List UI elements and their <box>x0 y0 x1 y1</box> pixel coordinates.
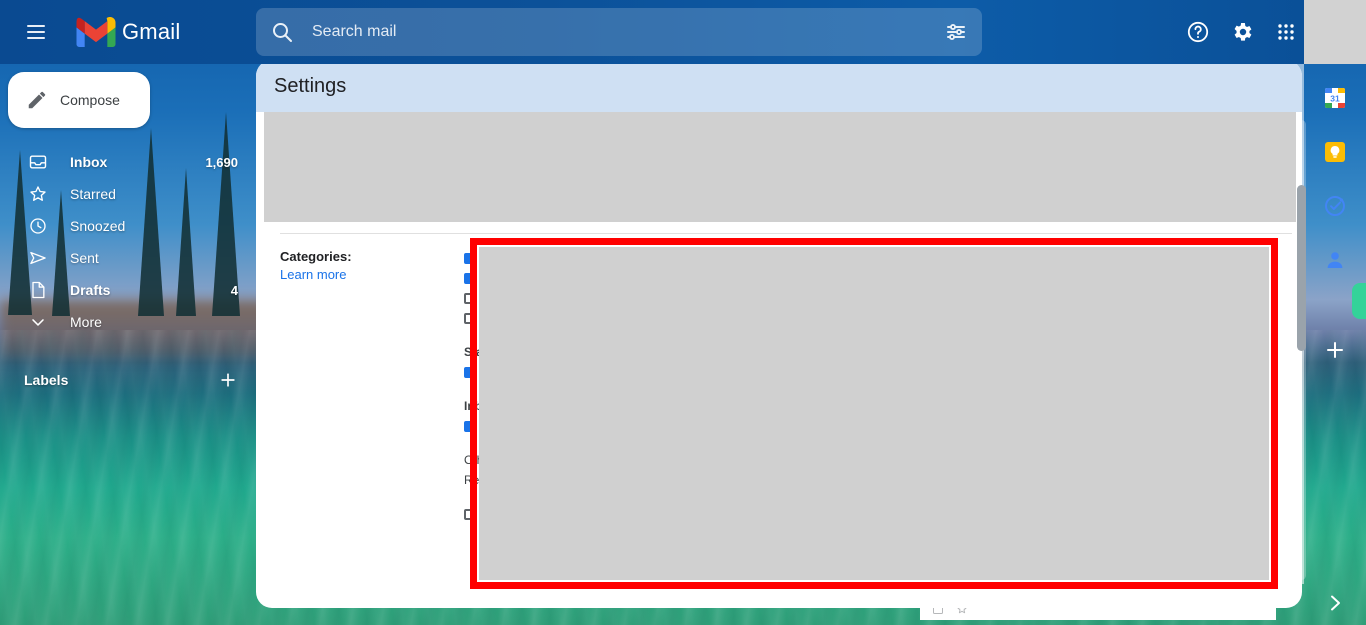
sidebar-item-snoozed[interactable]: Snoozed <box>0 210 256 242</box>
search-input[interactable] <box>312 23 944 41</box>
svg-text:31: 31 <box>1330 94 1340 104</box>
search-icon <box>273 23 292 42</box>
compose-button[interactable]: Compose <box>8 72 150 128</box>
checkbox-icon[interactable] <box>464 252 475 264</box>
hamburger-icon[interactable] <box>12 8 60 56</box>
apps-grid-icon[interactable] <box>1274 20 1298 44</box>
clock-icon <box>30 218 46 234</box>
sidebar-item-label: Drafts <box>70 282 111 298</box>
tune-filter-icon[interactable] <box>944 20 968 44</box>
draft-icon <box>32 281 45 299</box>
star-icon <box>30 186 46 201</box>
search-bar[interactable] <box>256 8 982 56</box>
settings-tabs-mask <box>264 112 1296 222</box>
sidebar-item-drafts[interactable]: Drafts 4 <box>0 274 256 306</box>
top-bar: Gmail <box>0 0 1366 64</box>
checkbox-icon[interactable] <box>464 292 475 304</box>
google-tasks-icon[interactable] <box>1323 194 1347 218</box>
chevron-right-icon[interactable] <box>1323 591 1347 615</box>
sidebar-nav: Inbox 1,690 Starred Snoozed Sent Drafts … <box>0 146 256 338</box>
google-keep-icon[interactable] <box>1323 140 1347 164</box>
top-bar-right-mask <box>1304 0 1366 64</box>
pencil-icon <box>28 91 46 109</box>
sidebar-item-count: 4 <box>230 282 238 298</box>
categories-label-column: Categories: Learn more <box>256 248 456 524</box>
settings-header: Settings <box>256 60 1302 112</box>
sidebar-item-count: 1,690 <box>205 154 238 170</box>
sidebar-item-more[interactable]: More <box>0 306 256 338</box>
sidebar-item-inbox[interactable]: Inbox 1,690 <box>0 146 256 178</box>
labels-section-header: Labels <box>0 364 256 396</box>
checkbox-icon[interactable] <box>464 312 475 324</box>
google-apps-side-panel: 31 <box>1304 64 1366 625</box>
plus-icon[interactable] <box>218 370 238 390</box>
sidebar-item-sent[interactable]: Sent <box>0 242 256 274</box>
sidebar-item-label: Snoozed <box>70 218 126 234</box>
categories-label: Categories: <box>280 249 352 264</box>
page-title: Settings <box>274 74 347 97</box>
sidebar-item-starred[interactable]: Starred <box>0 178 256 210</box>
plus-icon[interactable] <box>1323 338 1347 362</box>
top-bar-actions <box>1186 0 1298 64</box>
chevron-down-icon <box>32 319 44 326</box>
inbox-icon <box>29 155 47 169</box>
gmail-window: Gmail Search mail Compose Inbox 1,690 St… <box>0 0 1366 625</box>
sidebar-item-label: Inbox <box>70 154 108 170</box>
checkbox-icon[interactable] <box>464 272 475 284</box>
google-calendar-icon[interactable]: 31 <box>1323 86 1347 110</box>
compose-label: Compose <box>60 92 120 108</box>
content-redaction-mask <box>479 247 1269 580</box>
gmail-brand[interactable]: Gmail <box>76 17 180 47</box>
learn-more-link[interactable]: Learn more <box>280 266 346 284</box>
gear-icon[interactable] <box>1230 20 1254 44</box>
left-sidebar: Compose Inbox 1,690 Starred Snoozed Sent… <box>0 64 256 625</box>
gmail-logo-icon <box>76 17 116 47</box>
sidebar-item-label: More <box>70 314 102 330</box>
sidebar-item-label: Starred <box>70 186 116 202</box>
send-icon <box>30 251 46 265</box>
google-contacts-icon[interactable] <box>1323 248 1347 272</box>
checkbox-icon[interactable] <box>464 508 475 520</box>
checkbox-icon[interactable] <box>464 366 475 378</box>
help-icon[interactable] <box>1186 20 1210 44</box>
checkbox-icon[interactable] <box>464 420 475 432</box>
sidebar-item-label: Sent <box>70 250 99 266</box>
brand-title: Gmail <box>122 19 181 44</box>
labels-title: Labels <box>24 372 69 388</box>
